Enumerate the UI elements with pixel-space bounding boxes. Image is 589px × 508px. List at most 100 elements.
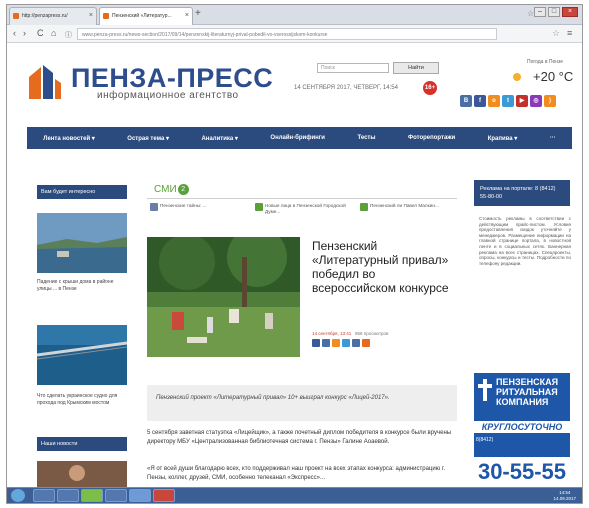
left-story-2[interactable]: Что сделать украинское судно для прохода… (37, 393, 129, 407)
story-image[interactable] (37, 325, 127, 385)
tab-strip: http://penzapress.ru/ × Пензенский «Лите… (7, 5, 582, 25)
site-info-icon[interactable]: ⓘ (65, 30, 72, 40)
reload-icon[interactable]: C (37, 28, 44, 38)
nav-item-analytics[interactable]: Аналитика ▾ (185, 135, 254, 142)
article-headline: Пензенский «Литературный привал» победил… (312, 239, 449, 295)
ritual-company-banner[interactable]: ПЕНЗЕНСКАЯ РИТУАЛЬНАЯ КОМПАНИЯ КРУГЛОСУТ… (474, 373, 570, 487)
taskbar-app-icon[interactable] (105, 489, 127, 502)
ritual-logo-icon (478, 379, 492, 401)
news-thumb-icon (255, 203, 263, 211)
favicon-icon (103, 13, 109, 19)
our-news-heading: Наши новости (37, 437, 127, 451)
share-buttons (312, 339, 370, 347)
search-input[interactable]: Поиск (317, 63, 389, 73)
nav-item-hot-topic[interactable]: Острая тема ▾ (111, 135, 185, 142)
home-icon[interactable]: ⌂ (51, 28, 56, 38)
odnoklassniki-icon[interactable]: o (488, 95, 500, 107)
story-image[interactable] (37, 213, 127, 273)
maximize-icon[interactable]: □ (548, 7, 560, 17)
ritual-banner: КРУГЛОСУТОЧНО (474, 421, 570, 433)
smi-news-item[interactable]: Новые лица в Пензенской Городской Думе..… (255, 203, 355, 215)
start-button[interactable] (11, 489, 25, 502)
address-bar: ‹ › C ⌂ ⓘ www.penza-press.ru/news-sectio… (7, 25, 582, 43)
social-icons: B f o t ▶ ◎ ) (460, 95, 556, 107)
smi-label: СМИ (154, 184, 177, 196)
nav-item-photo-reports[interactable]: Фоторепортажи (392, 135, 472, 141)
share-ok-icon[interactable] (332, 339, 340, 347)
left-section-heading: Вам будет интересно (37, 185, 127, 199)
ritual-code: 8(8412) (476, 437, 494, 443)
youtube-icon[interactable]: ▶ (516, 95, 528, 107)
minimize-icon[interactable]: – (534, 7, 546, 17)
share-twitter-icon[interactable] (342, 339, 350, 347)
advertising-text: Стоимость рекламы в соответствии с дейст… (479, 216, 571, 266)
taskbar-browser-icon[interactable] (129, 489, 151, 502)
taskbar: 14:54 14.09.2017 (7, 487, 582, 503)
web-page: ПЕНЗА-ПРЕСС информационное агентство Пои… (7, 43, 582, 487)
search-button[interactable]: Найти (393, 62, 439, 74)
share-more-icon[interactable] (362, 339, 370, 347)
forward-icon[interactable]: › (23, 28, 26, 38)
tab-1[interactable]: http://penzapress.ru/ × (9, 7, 97, 25)
article-date: 14 сентября, 13:41 (312, 331, 352, 336)
temperature: +20 °C (533, 69, 574, 84)
tab-label: Пензенский «Литератур... (112, 13, 172, 19)
ritual-phone: 30-55-55 (474, 457, 570, 487)
share-facebook-icon[interactable] (312, 339, 320, 347)
share-mail-icon[interactable] (352, 339, 360, 347)
new-tab-icon[interactable]: + (195, 8, 201, 19)
close-tab-icon[interactable]: × (89, 12, 93, 19)
taskbar-clock[interactable]: 14:54 14.09.2017 (553, 490, 576, 501)
window-controls: – □ × (534, 7, 578, 17)
news-thumb-icon (150, 203, 158, 211)
site-logo-subtitle: информационное агентство (97, 90, 239, 101)
nav-item-more[interactable]: ··· (534, 135, 572, 141)
vk-icon[interactable]: B (460, 95, 472, 107)
taskbar-explorer-icon[interactable] (33, 489, 55, 502)
nav-item-news-feed[interactable]: Лента новостей ▾ (27, 135, 111, 142)
twitter-icon[interactable]: t (502, 95, 514, 107)
age-rating-badge: 16+ (423, 81, 437, 95)
url-input[interactable]: www.penza-press.ru/news-section/2017/09/… (77, 28, 497, 40)
tab-label: http://penzapress.ru/ (22, 13, 68, 19)
news-title: Пензенский ли Павел Малкин... (370, 203, 439, 208)
nav-item-briefings[interactable]: Онлайн-брифинги (254, 135, 341, 141)
facebook-icon[interactable]: f (474, 95, 486, 107)
smi-news-item[interactable]: Пензенский ли Павел Малкин... (360, 203, 460, 211)
close-window-icon[interactable]: × (562, 7, 578, 17)
article-lead: Пензенский проект «Литературный привал» … (147, 385, 457, 421)
clock-date: 14.09.2017 (553, 495, 576, 501)
rss-icon[interactable]: ) (544, 95, 556, 107)
tab-2[interactable]: Пензенский «Литератур... × (99, 7, 193, 25)
instagram-icon[interactable]: ◎ (530, 95, 542, 107)
share-vk-icon[interactable] (322, 339, 330, 347)
weather-label: Погода в Пензе (527, 59, 564, 65)
back-icon[interactable]: ‹ (13, 28, 16, 38)
news-title: Новые лица в Пензенской Городской Думе..… (265, 203, 346, 214)
main-navigation: Лента новостей ▾ Острая тема ▾ Аналитика… (27, 127, 572, 149)
dateline: 14 СЕНТЯБРЯ 2017, ЧЕТВЕРГ, 14:54 (294, 85, 398, 91)
smi-section-label[interactable]: СМИ 2 (154, 184, 189, 195)
penza-press-logo-icon[interactable] (27, 63, 63, 101)
article-views: 958 просмотров (355, 331, 389, 336)
news-title: Пензенские тайны: ... (160, 203, 207, 208)
taskbar-media-icon[interactable] (57, 489, 79, 502)
smi-count-badge: 2 (177, 184, 189, 195)
browser-window: http://penzapress.ru/ × Пензенский «Лите… (6, 4, 583, 504)
menu-icon[interactable]: ≡ (567, 28, 572, 38)
close-tab-icon[interactable]: × (185, 12, 189, 19)
star-icon[interactable]: ☆ (552, 28, 560, 39)
taskbar-opera-icon[interactable] (153, 489, 175, 502)
article-paragraph: «Я от всей души благодарю всех, кто подд… (147, 466, 445, 481)
advertising-contact-box[interactable]: Реклама на портале: 8 (8412) 55-80-00 (474, 180, 570, 206)
sun-icon (513, 73, 521, 81)
article-paragraph: 5 сентября заветная статуэтка «Лицейщик»… (147, 430, 452, 445)
story-image[interactable] (37, 461, 127, 487)
divider (147, 198, 457, 199)
nav-item-krapiva[interactable]: Крапива ▾ (471, 135, 533, 142)
smi-news-item[interactable]: Пензенские тайны: ... (150, 203, 250, 211)
nav-item-tests[interactable]: Тесты (341, 135, 392, 141)
taskbar-app-icon[interactable] (81, 489, 103, 502)
left-story-1[interactable]: Падение с крыши дома в районе улицы ... … (37, 279, 129, 293)
ritual-title: ПЕНЗЕНСКАЯ РИТУАЛЬНАЯ КОМПАНИЯ (496, 377, 559, 407)
